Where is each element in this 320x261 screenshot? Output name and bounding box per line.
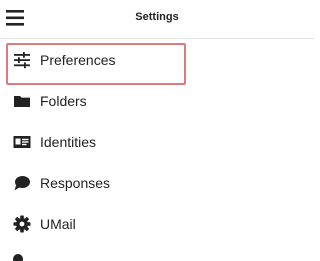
app-header: Settings [0,0,314,39]
page-title: Settings [135,11,179,23]
settings-menu: Preferences Folders Identities Responses… [0,39,314,244]
folder-icon [13,92,31,110]
menu-item-preferences[interactable]: Preferences [0,39,314,80]
menu-item-label: Preferences [40,52,116,68]
partially-visible-icon [13,254,23,261]
menu-item-responses[interactable]: Responses [0,162,314,203]
id-card-icon [13,133,31,151]
menu-item-umail[interactable]: UMail [0,203,314,244]
menu-item-label: Responses [40,175,111,191]
sliders-icon [13,51,31,69]
menu-item-folders[interactable]: Folders [0,80,314,121]
menu-item-identities[interactable]: Identities [0,121,314,162]
menu-item-label: Folders [40,93,87,109]
gear-icon [13,215,31,233]
menu-item-label: UMail [40,216,76,232]
chat-bubble-icon [13,174,31,192]
menu-item-label: Identities [40,134,97,150]
settings-screen: Settings Preferences Folders Identities … [0,0,314,261]
